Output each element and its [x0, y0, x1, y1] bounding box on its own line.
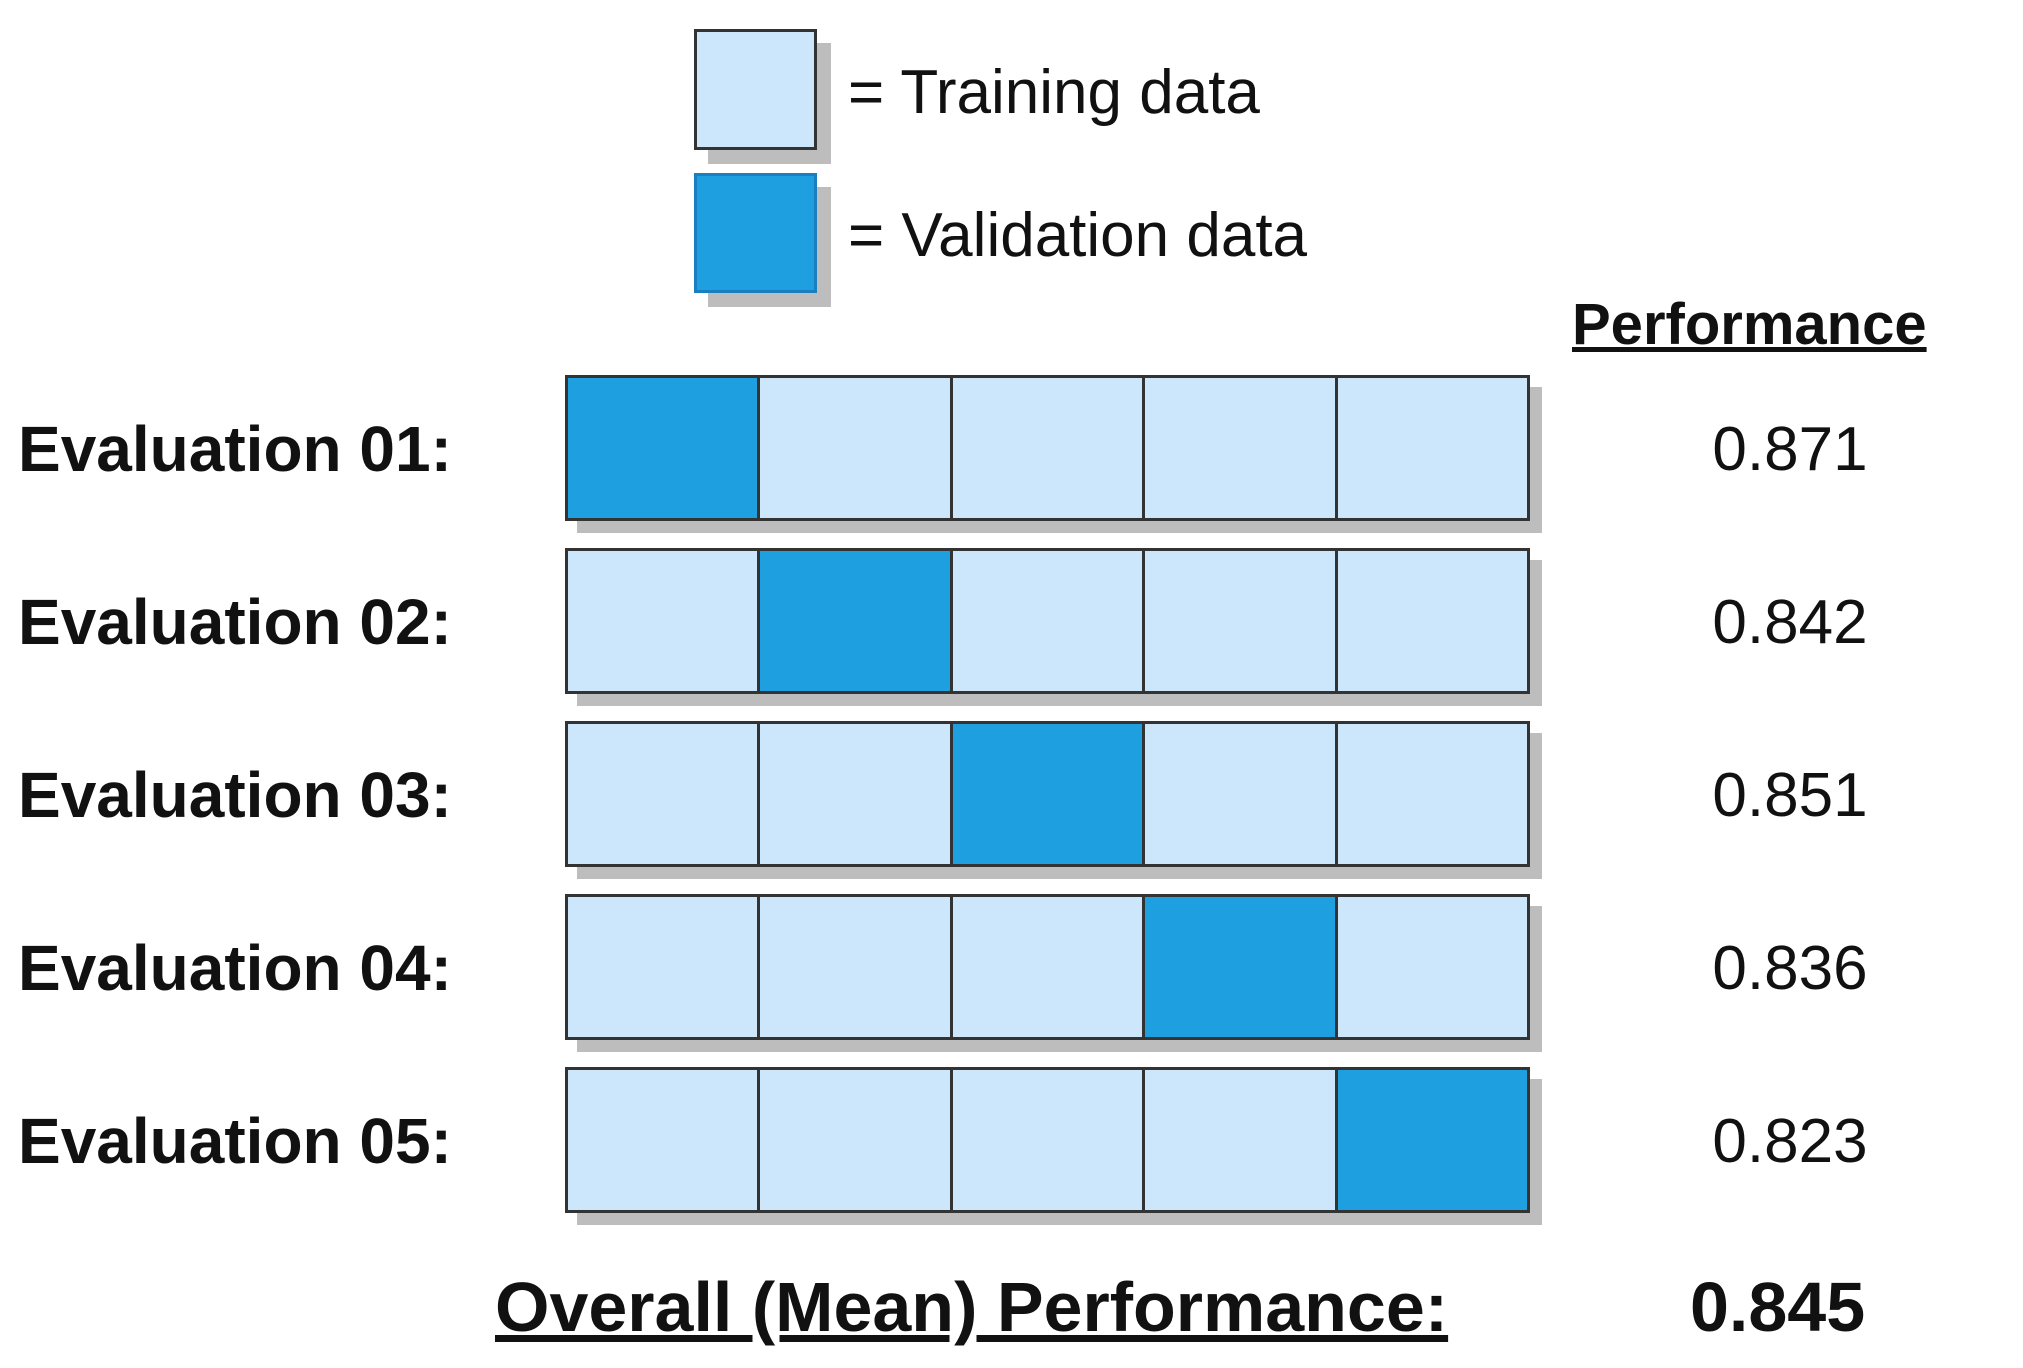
fold-row: [565, 548, 1530, 694]
training-fold-cell: [1145, 724, 1338, 864]
fold-row: [565, 375, 1530, 521]
training-fold-cell: [1337, 724, 1528, 864]
overall-performance-value: 0.845: [1690, 1268, 1866, 1346]
training-fold-cell: [568, 897, 761, 1037]
validation-fold-cell: [760, 551, 953, 691]
performance-header: Performance: [1572, 292, 1927, 357]
training-fold-cell: [1337, 551, 1528, 691]
training-fold-cell: [1145, 1070, 1338, 1210]
fold-row: [565, 721, 1530, 867]
training-fold-cell: [952, 897, 1146, 1037]
evaluation-label: Evaluation 02:: [18, 586, 452, 658]
training-fold-cell: [1337, 897, 1528, 1037]
training-fold-cell: [568, 724, 761, 864]
validation-fold-cell: [952, 724, 1146, 864]
evaluation-label: Evaluation 01:: [18, 413, 452, 485]
training-fold-cell: [760, 378, 953, 518]
training-fold-cell: [760, 1070, 953, 1210]
fold-row: [565, 1067, 1530, 1213]
evaluation-performance-value: 0.836: [1712, 934, 1868, 1003]
overall-performance-label: Overall (Mean) Performance:: [495, 1268, 1449, 1346]
evaluation-performance-value: 0.871: [1712, 415, 1868, 484]
training-fold-cell: [760, 897, 953, 1037]
evaluation-performance-value: 0.851: [1712, 761, 1868, 830]
validation-fold-cell: [1145, 897, 1338, 1037]
legend-training-swatch: [694, 29, 817, 150]
evaluation-performance-value: 0.842: [1712, 588, 1868, 657]
training-fold-cell: [568, 551, 761, 691]
legend-validation-label: = Validation data: [848, 201, 1308, 270]
training-fold-cell: [952, 1070, 1146, 1210]
evaluation-performance-value: 0.823: [1712, 1107, 1868, 1176]
evaluation-label: Evaluation 04:: [18, 932, 452, 1004]
validation-fold-cell: [1337, 1070, 1528, 1210]
validation-fold-cell: [568, 378, 761, 518]
legend-training-label: = Training data: [848, 58, 1260, 127]
training-fold-cell: [952, 551, 1146, 691]
evaluation-label: Evaluation 05:: [18, 1105, 452, 1177]
training-fold-cell: [1337, 378, 1528, 518]
training-fold-cell: [952, 378, 1146, 518]
evaluation-label: Evaluation 03:: [18, 759, 452, 831]
training-fold-cell: [1145, 378, 1338, 518]
legend-validation-swatch: [694, 173, 817, 293]
training-fold-cell: [1145, 551, 1338, 691]
fold-row: [565, 894, 1530, 1040]
training-fold-cell: [760, 724, 953, 864]
training-fold-cell: [568, 1070, 761, 1210]
